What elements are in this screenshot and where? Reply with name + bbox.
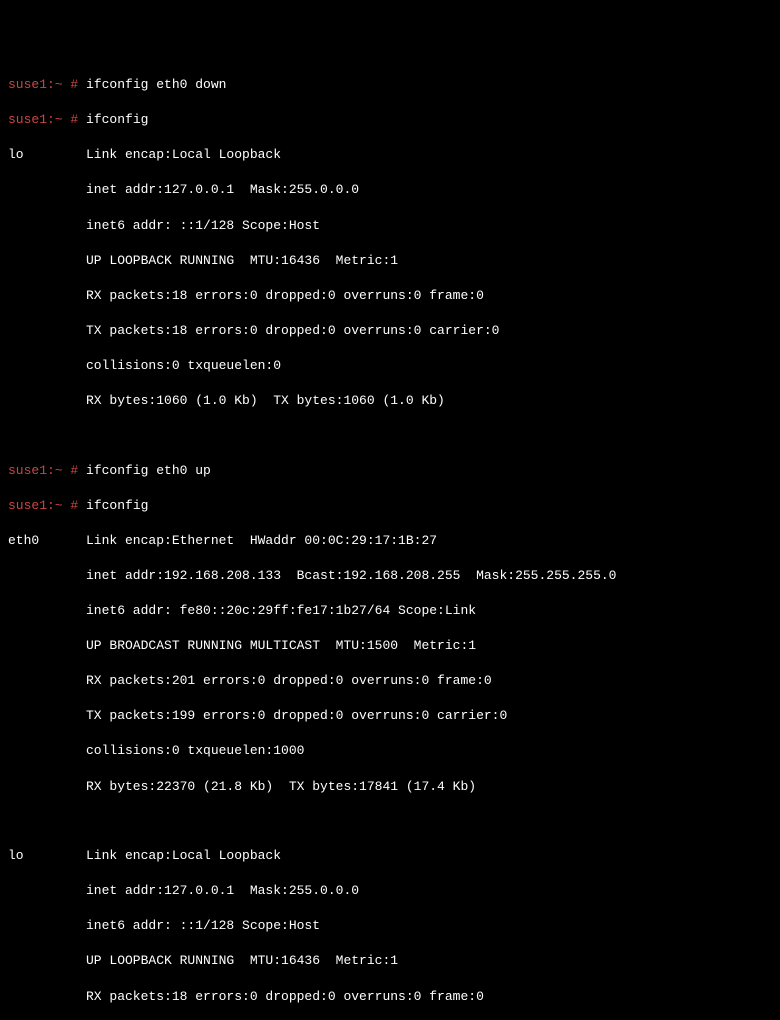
prompt-host: suse1:~ # bbox=[8, 112, 78, 127]
iface-lo-header: loLink encap:Local Loopback bbox=[8, 146, 772, 164]
prompt-line-4[interactable]: suse1:~ # ifconfig bbox=[8, 497, 772, 515]
output-line: RX packets:18 errors:0 dropped:0 overrun… bbox=[8, 988, 772, 1006]
output-line: UP BROADCAST RUNNING MULTICAST MTU:1500 … bbox=[8, 637, 772, 655]
output-line: inet6 addr: fe80::20c:29ff:fe17:1b27/64 … bbox=[8, 602, 772, 620]
prompt-host: suse1:~ # bbox=[8, 77, 78, 92]
iface-name: eth0 bbox=[8, 532, 86, 550]
output-line: inet addr:127.0.0.1 Mask:255.0.0.0 bbox=[8, 181, 772, 199]
blank-line bbox=[8, 813, 772, 830]
output-line: inet addr:192.168.208.133 Bcast:192.168.… bbox=[8, 567, 772, 585]
output-line: RX packets:201 errors:0 dropped:0 overru… bbox=[8, 672, 772, 690]
output-line: RX bytes:1060 (1.0 Kb) TX bytes:1060 (1.… bbox=[8, 392, 772, 410]
iface-name: lo bbox=[8, 847, 86, 865]
output-line: TX packets:199 errors:0 dropped:0 overru… bbox=[8, 707, 772, 725]
output-line: TX packets:18 errors:0 dropped:0 overrun… bbox=[8, 322, 772, 340]
prompt-host: suse1:~ # bbox=[8, 498, 78, 513]
output-line: inet6 addr: ::1/128 Scope:Host bbox=[8, 217, 772, 235]
command-text: ifconfig eth0 up bbox=[78, 463, 211, 478]
output-line: collisions:0 txqueuelen:1000 bbox=[8, 742, 772, 760]
iface-name: lo bbox=[8, 146, 86, 164]
output-line: inet addr:127.0.0.1 Mask:255.0.0.0 bbox=[8, 882, 772, 900]
blank-line bbox=[8, 427, 772, 444]
command-text: ifconfig eth0 down bbox=[78, 77, 226, 92]
output-line: RX bytes:22370 (21.8 Kb) TX bytes:17841 … bbox=[8, 778, 772, 796]
iface-lo2-header: loLink encap:Local Loopback bbox=[8, 847, 772, 865]
iface-eth0-header: eth0Link encap:Ethernet HWaddr 00:0C:29:… bbox=[8, 532, 772, 550]
output-line: inet6 addr: ::1/128 Scope:Host bbox=[8, 917, 772, 935]
prompt-line-3[interactable]: suse1:~ # ifconfig eth0 up bbox=[8, 462, 772, 480]
output-line: collisions:0 txqueuelen:0 bbox=[8, 357, 772, 375]
prompt-host: suse1:~ # bbox=[8, 463, 78, 478]
output-line: RX packets:18 errors:0 dropped:0 overrun… bbox=[8, 287, 772, 305]
output-text: Link encap:Ethernet HWaddr 00:0C:29:17:1… bbox=[86, 533, 437, 548]
prompt-line-2[interactable]: suse1:~ # ifconfig bbox=[8, 111, 772, 129]
prompt-line-1[interactable]: suse1:~ # ifconfig eth0 down bbox=[8, 76, 772, 94]
command-text: ifconfig bbox=[78, 112, 148, 127]
command-text: ifconfig bbox=[78, 498, 148, 513]
output-line: UP LOOPBACK RUNNING MTU:16436 Metric:1 bbox=[8, 952, 772, 970]
output-text: Link encap:Local Loopback bbox=[86, 848, 281, 863]
output-text: Link encap:Local Loopback bbox=[86, 147, 281, 162]
output-line: UP LOOPBACK RUNNING MTU:16436 Metric:1 bbox=[8, 252, 772, 270]
